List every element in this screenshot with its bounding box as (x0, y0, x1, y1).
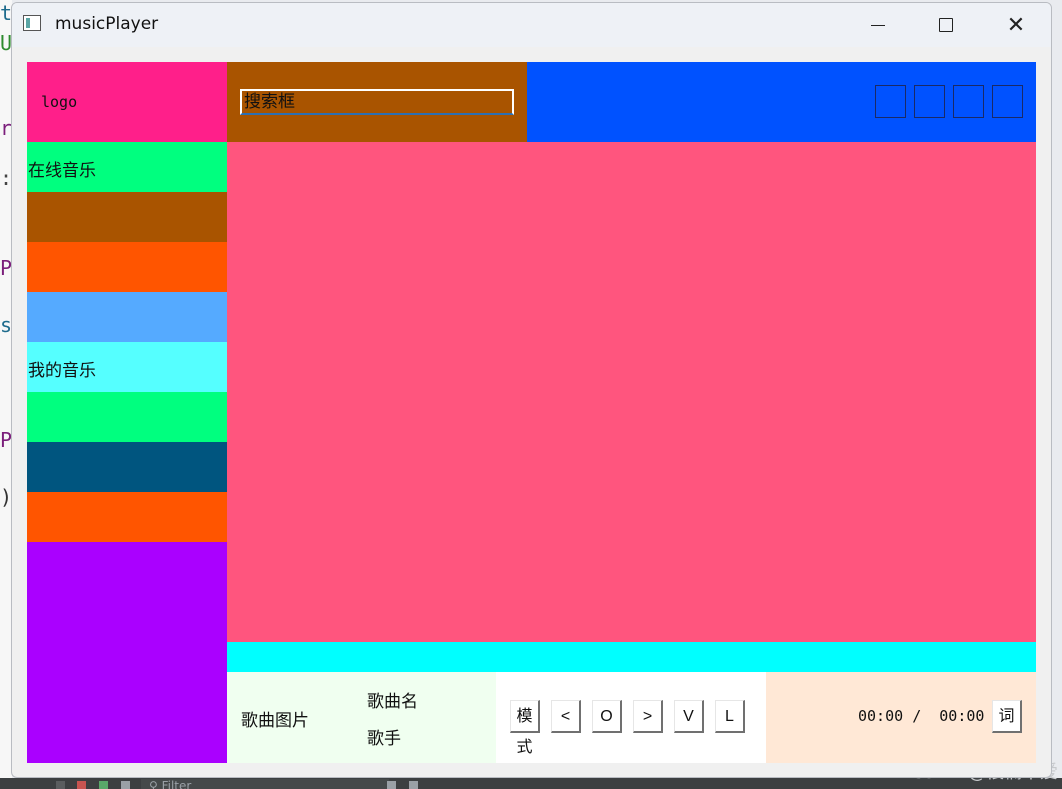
logo-area: logo (27, 62, 227, 142)
title-bar[interactable]: musicPlayer ✕ (12, 3, 1051, 47)
time-display: 00:00 / 00:00 (858, 707, 984, 725)
sidebar-item-online-music[interactable]: 在线音乐 (27, 142, 227, 192)
sidebar-item-2[interactable] (27, 192, 227, 242)
window-title: musicPlayer (55, 14, 159, 34)
play-pause-button[interactable]: O (592, 700, 622, 733)
ide-step-icon[interactable] (56, 781, 65, 789)
ide-stop-icon[interactable] (77, 781, 86, 789)
song-name: 歌曲名 (367, 692, 418, 712)
playback-controls: 模式 < O > V L (496, 672, 766, 763)
toolbar-button-1[interactable] (875, 85, 906, 118)
sidebar-item-my-music[interactable]: 我的音乐 (27, 342, 227, 392)
maximize-button[interactable] (923, 3, 969, 47)
next-button[interactable]: > (633, 700, 663, 733)
ide-add-icon[interactable] (387, 781, 396, 789)
volume-button[interactable]: V (674, 700, 704, 733)
sidebar-item-7[interactable] (27, 442, 227, 492)
sidebar-item-label: 我的音乐 (28, 361, 96, 381)
sidebar: logo 在线音乐 我的音乐 (27, 62, 227, 763)
search-input[interactable] (240, 89, 514, 115)
sidebar-item-4[interactable] (27, 292, 227, 342)
search-area (227, 62, 527, 142)
total-time: 00:00 (939, 707, 985, 725)
app-window: musicPlayer ✕ logo 在线音乐 我的音乐 搜索框 歌曲图片 歌曲… (11, 2, 1052, 778)
toolbar-button-3[interactable] (953, 85, 984, 118)
content-area (227, 142, 1036, 642)
ide-filter-label: Filter (161, 779, 192, 789)
toolbar-button-4[interactable] (992, 85, 1023, 118)
time-panel: 00:00 / 00:00 词 (766, 672, 1036, 763)
sidebar-item-label: 在线音乐 (28, 161, 96, 181)
ide-settings-icon[interactable] (121, 781, 130, 789)
song-info-panel: 歌曲图片 歌曲名 歌手 (227, 672, 496, 763)
current-time: 00:00 (858, 707, 904, 725)
previous-button[interactable]: < (551, 700, 581, 733)
logo-label: logo (41, 93, 78, 111)
ide-run-icon[interactable] (99, 781, 108, 789)
app-icon (23, 15, 41, 31)
sidebar-filler (27, 542, 227, 763)
top-toolbar (527, 62, 1036, 142)
play-mode-button[interactable]: 模式 (510, 700, 540, 756)
minimize-button[interactable] (855, 3, 901, 47)
progress-strip[interactable] (227, 642, 1036, 672)
sidebar-item-3[interactable] (27, 242, 227, 292)
lyrics-button[interactable]: 词 (992, 700, 1022, 733)
sidebar-item-8[interactable] (27, 492, 227, 542)
main-widget: logo 在线音乐 我的音乐 搜索框 歌曲图片 歌曲名 歌手 模式 < O > … (27, 62, 1036, 763)
close-button[interactable]: ✕ (993, 3, 1039, 47)
time-separator: / (912, 707, 922, 725)
toolbar-button-2[interactable] (914, 85, 945, 118)
ide-filter-field[interactable]: ⚲ Filter (141, 779, 389, 789)
sidebar-item-6[interactable] (27, 392, 227, 442)
song-cover: 歌曲图片 (241, 711, 309, 731)
playlist-button[interactable]: L (715, 700, 745, 733)
song-artist: 歌手 (367, 729, 401, 749)
ide-remove-icon[interactable] (409, 781, 418, 789)
